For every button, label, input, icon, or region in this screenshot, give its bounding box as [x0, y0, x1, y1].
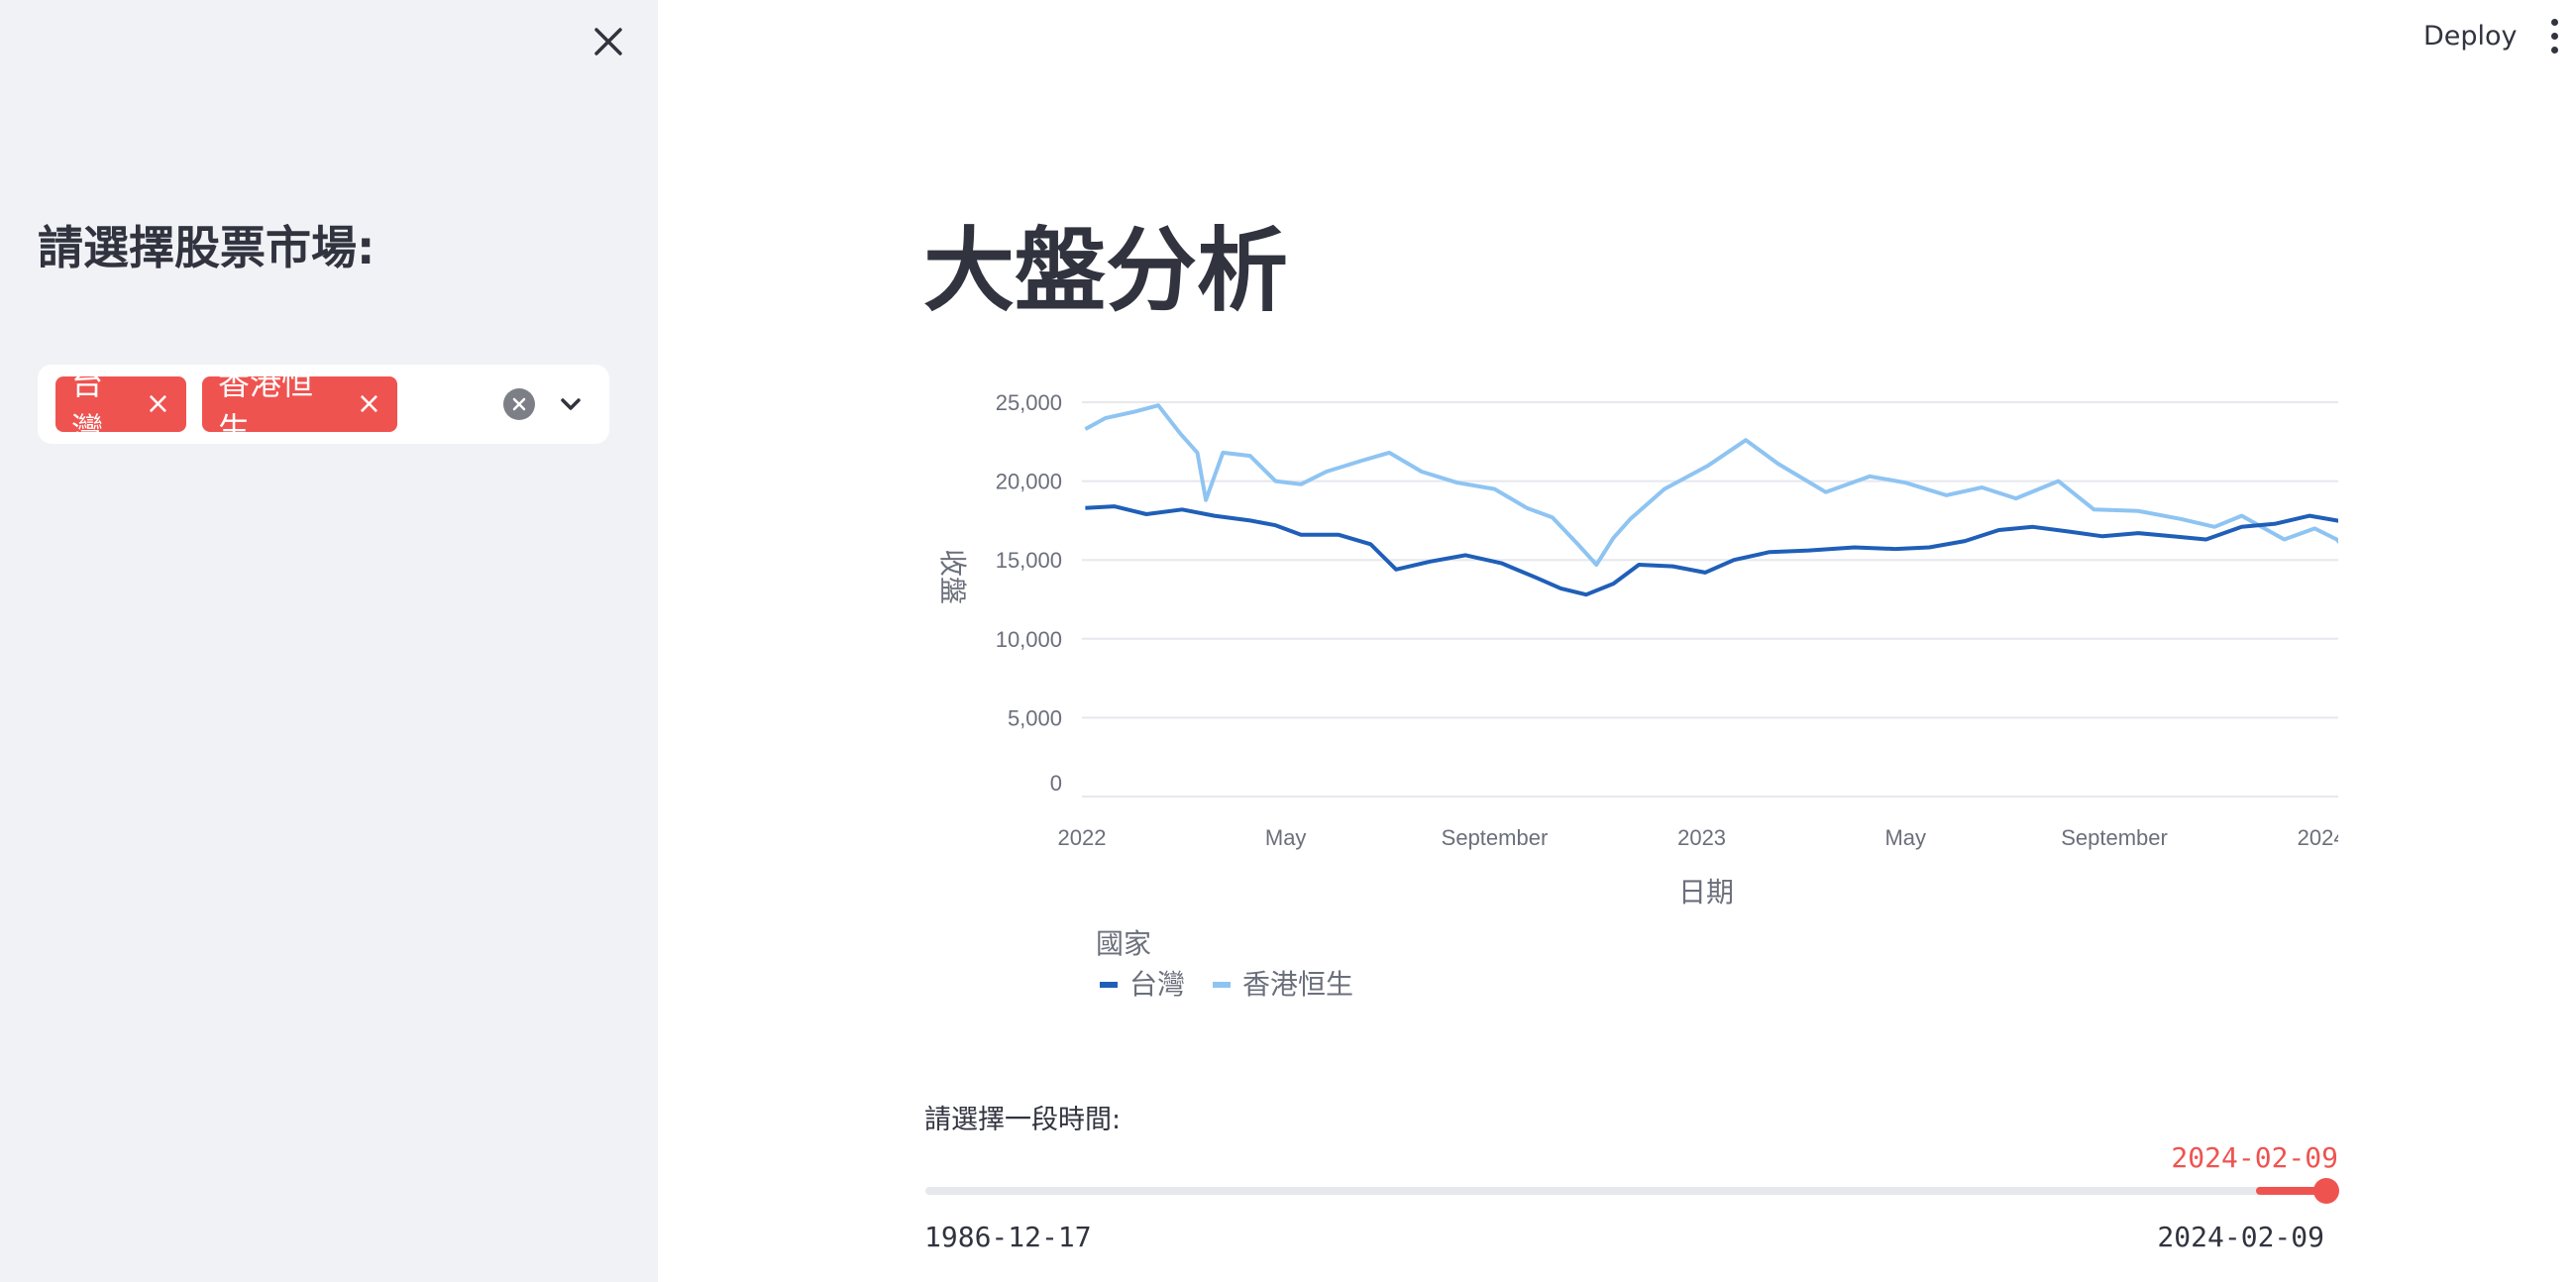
y-tick-label: 5,000: [1008, 705, 1062, 730]
sidebar-title: 請選擇股票市場:: [38, 221, 376, 274]
x-axis-title: 日期: [1678, 876, 1734, 908]
close-sidebar-button[interactable]: [587, 20, 630, 63]
slider-min-label: 1986-12-17: [924, 1221, 1092, 1253]
tag-label: 香港恒生: [218, 365, 314, 448]
x-tick-label: 2024: [2298, 825, 2338, 850]
market-multiselect[interactable]: 台灣 × 香港恒生 ×: [38, 365, 609, 448]
clear-all-icon: [512, 397, 526, 411]
legend-swatch: [1100, 982, 1118, 988]
close-icon: [594, 28, 622, 55]
tag-label: 台灣: [71, 365, 104, 448]
tag-remove-icon[interactable]: ×: [357, 389, 381, 419]
slider-thumb[interactable]: [2313, 1178, 2339, 1204]
series-lines: [1084, 403, 2338, 597]
legend-label: 台灣: [1129, 968, 1185, 1001]
y-tick-label: 20,000: [996, 470, 1062, 494]
date-slider[interactable]: [925, 1178, 2339, 1204]
grid-lines: [1082, 401, 2338, 798]
x-tick-label: May: [1884, 825, 1926, 850]
legend: 國家 台灣 香港恒生: [1096, 927, 1353, 1001]
deploy-button[interactable]: Deploy: [2406, 14, 2535, 57]
y-tick-label: 10,000: [996, 627, 1062, 652]
y-tick-label: 25,000: [996, 390, 1062, 415]
selected-tag-hangseng: 香港恒生 ×: [202, 365, 397, 448]
slider-max-label: 2024-02-09: [2157, 1221, 2324, 1253]
sidebar: 請選擇股票市場: 台灣 × 香港恒生 ×: [0, 0, 658, 1282]
y-axis-ticks: 0 5,000 10,000 15,000 20,000 25,000: [996, 390, 1062, 796]
y-tick-label: 15,000: [996, 548, 1062, 573]
page-title: 大盤分析: [923, 218, 1289, 324]
y-tick-label: 0: [1050, 771, 1062, 796]
x-tick-label: 2022: [1058, 825, 1107, 850]
x-axis-ticks: 2022 May September 2023 May September 2024: [1058, 825, 2338, 850]
legend-title: 國家: [1096, 927, 1151, 960]
slider-value: 2024-02-09: [2171, 1141, 2338, 1174]
series-line-taiwan: [1085, 504, 2338, 597]
legend-swatch: [1213, 982, 1231, 988]
line-chart: 0 5,000 10,000 15,000 20,000 25,000 2022 May Se…: [936, 390, 2338, 1001]
x-tick-label: September: [1442, 825, 1549, 850]
slider-label: 請選擇一段時間:: [924, 1105, 1122, 1135]
legend-label: 香港恒生: [1242, 968, 1353, 1001]
tag-remove-icon[interactable]: ×: [146, 389, 170, 419]
x-tick-label: May: [1265, 825, 1307, 850]
y-axis-title: 收盤: [936, 549, 969, 604]
selected-tag-taiwan: 台灣 ×: [55, 365, 186, 448]
kebab-menu-icon[interactable]: [2536, 14, 2572, 57]
series-line-hangseng: [1084, 403, 2338, 567]
chevron-down-icon[interactable]: [553, 386, 589, 422]
clear-all-button[interactable]: [503, 388, 535, 420]
x-tick-label: 2023: [1677, 825, 1726, 850]
x-tick-label: September: [2061, 825, 2168, 850]
